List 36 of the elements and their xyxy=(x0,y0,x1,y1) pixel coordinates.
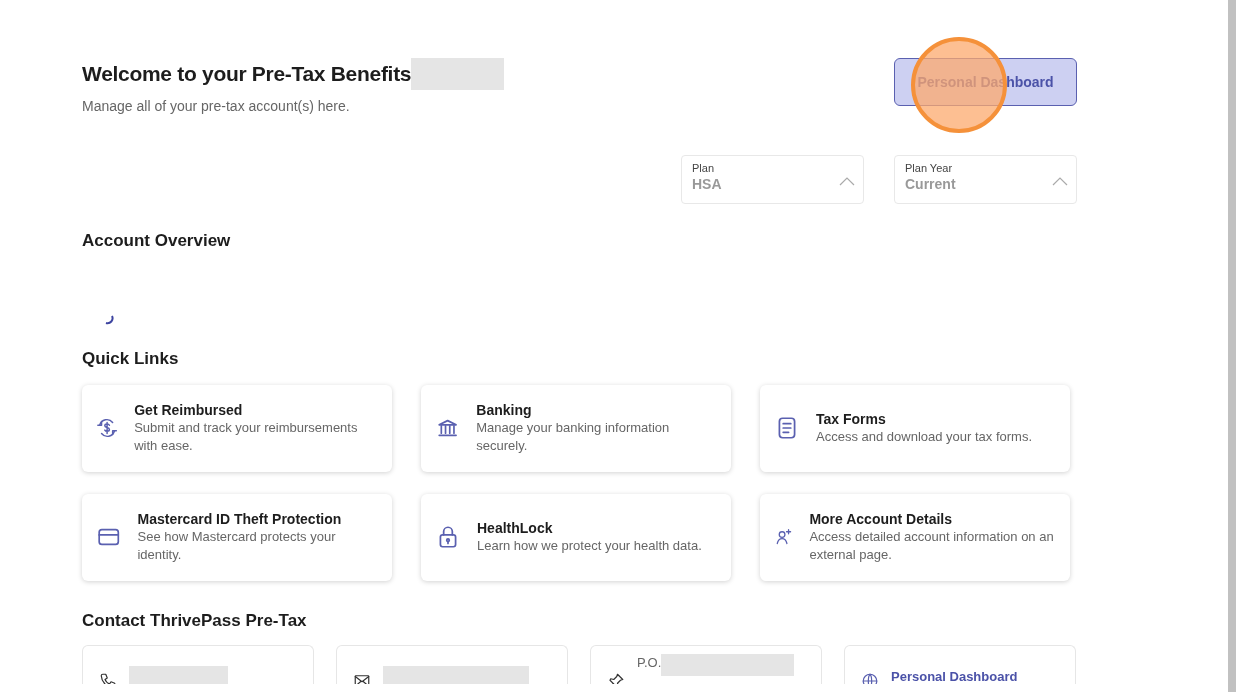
quick-link-card[interactable]: HealthLock Learn how we protect your health data. xyxy=(421,493,731,581)
card-description: See how Mastercard protects your identity. xyxy=(137,528,337,565)
card-title: Tax Forms xyxy=(816,410,887,429)
dropdown-select[interactable]: Plan HSA xyxy=(681,155,864,204)
mail-icon xyxy=(353,672,371,685)
card-description: Learn how we protect your health data. xyxy=(477,537,702,556)
card-title: Mastercard ID Theft Protection xyxy=(137,510,343,529)
dashboard-link[interactable]: Personal Dashboard xyxy=(891,669,1018,685)
dropdown-label: Plan xyxy=(692,162,716,176)
section-heading: Contact ThrivePass Pre-Tax xyxy=(82,610,308,632)
quick-link-card[interactable]: Tax Forms Access and download your tax forms. xyxy=(760,384,1070,472)
dropdown-label: Plan Year xyxy=(905,162,954,176)
card-title: HealthLock xyxy=(477,519,554,538)
quick-link-card[interactable]: Mastercard ID Theft Protection See how Mastercard protects your identity. xyxy=(82,493,392,581)
card-title: More Account Details xyxy=(809,510,954,529)
dropdown-value: HSA xyxy=(692,175,723,194)
page-title: Welcome to your Pre-Tax Benefits xyxy=(82,61,412,87)
dropdown-select[interactable]: Plan Year Current xyxy=(894,155,1077,204)
scrollbar[interactable] xyxy=(1228,0,1236,692)
quick-link-card[interactable]: Get Reimbursed Submit and track your reimbursements with ease. xyxy=(82,384,392,472)
card-description: Access and download your tax forms. xyxy=(816,428,1033,447)
section-heading: Quick Links xyxy=(82,349,180,370)
globe-icon xyxy=(861,672,879,685)
card-description: Submit and track your reimbursements with ease. xyxy=(134,419,359,456)
card-title: Banking xyxy=(476,401,533,420)
card-description: Access detailed account information on an external page. xyxy=(809,528,1055,565)
card-title: Get Reimbursed xyxy=(134,401,244,420)
pushpin-icon xyxy=(607,672,625,685)
quick-link-card[interactable]: More Account Details Access detailed account information on an external page. xyxy=(760,493,1070,581)
section-heading: Account Overview xyxy=(82,231,232,252)
quick-link-card[interactable]: Banking Manage your banking information securely. xyxy=(421,384,731,472)
dropdown-value: Current xyxy=(905,175,957,194)
contact-text: P.O. xyxy=(637,654,662,673)
phone-icon xyxy=(99,672,117,685)
page-subtitle: Manage all of your pre-tax account(s) here. xyxy=(82,97,351,116)
card-description: Manage your banking information securely. xyxy=(476,419,671,456)
